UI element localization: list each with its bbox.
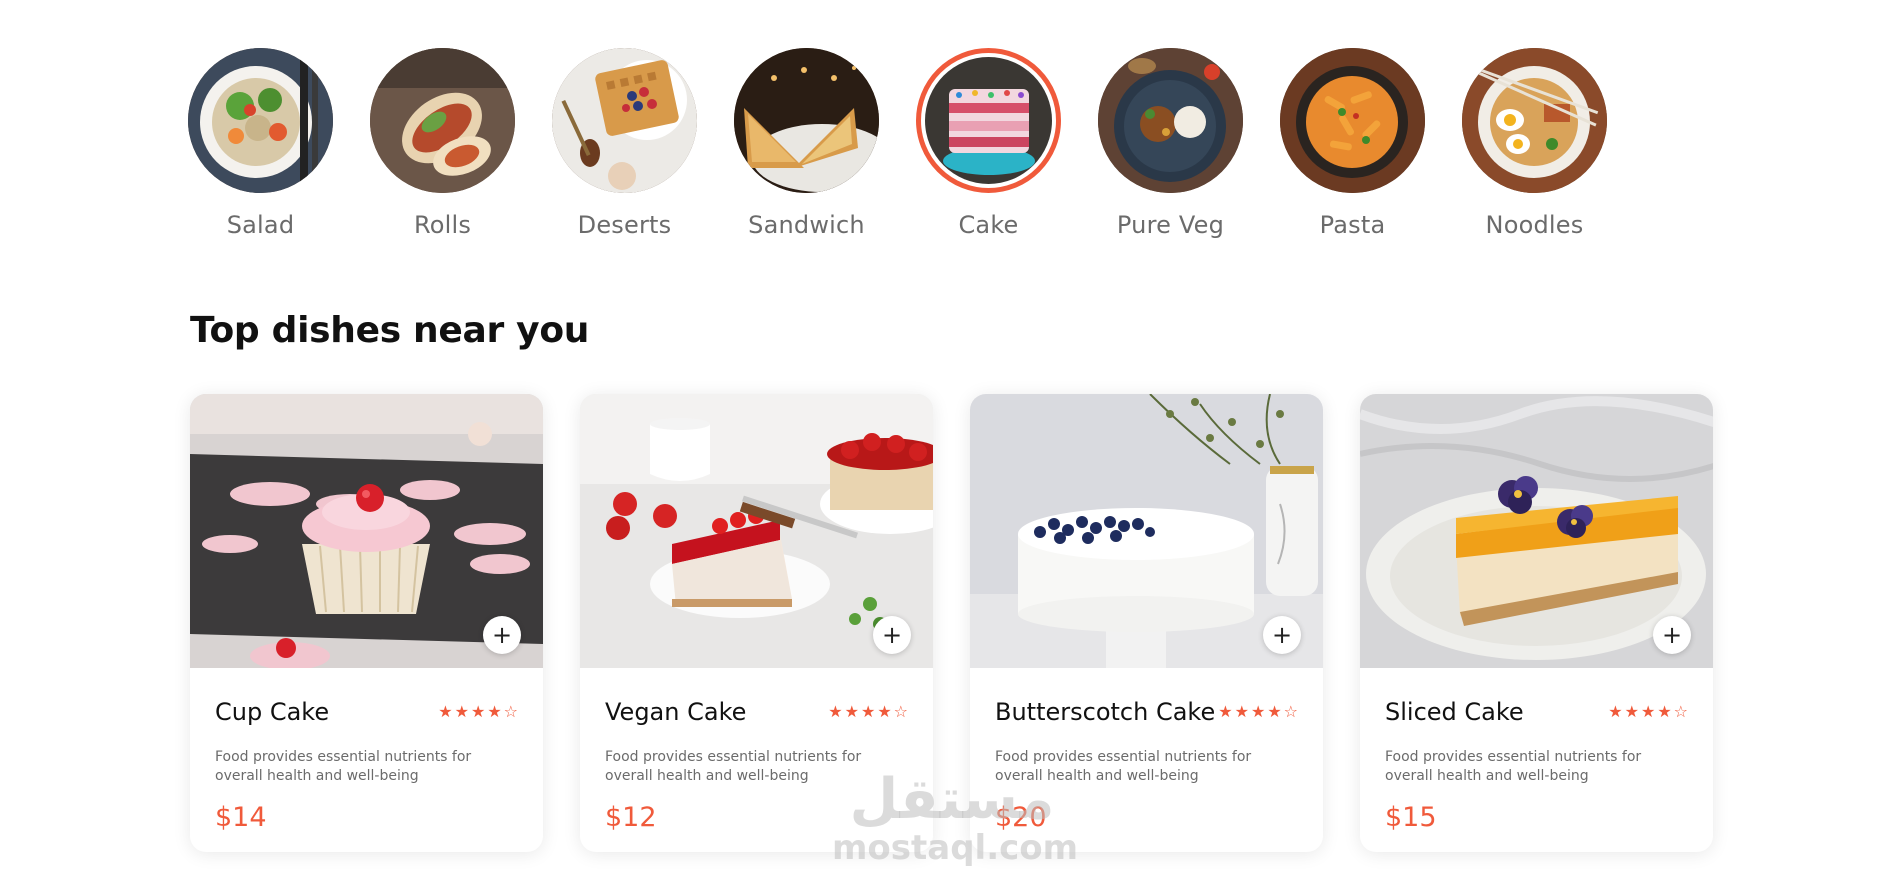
star-filled-icon: ★ [860,702,876,721]
noodles-image [1462,48,1607,193]
star-filled-icon: ★ [1657,702,1672,721]
star-filled-icon: ★ [1250,702,1266,721]
category-deserts[interactable]: Deserts [552,48,697,239]
rolls-image [370,48,515,193]
pure-veg-image [1098,48,1243,193]
star-filled-icon: ★ [1608,702,1623,721]
dish-name: Cup Cake [215,698,330,726]
star-filled-icon: ★ [470,702,486,721]
category-label: Pasta [1319,211,1386,239]
dish-image: + [190,394,543,668]
deserts-image [552,48,697,193]
category-label: Cake [958,211,1019,239]
category-label: Deserts [577,211,672,239]
star-empty-icon: ☆ [503,702,518,721]
rating-stars: ★ ★ ★ ★ ☆ [1218,704,1298,720]
star-filled-icon: ★ [487,702,502,721]
sandwich-image [734,48,879,193]
dish-info: Cup Cake ★ ★ ★ ★ ☆ Food provides essenti… [190,668,543,833]
category-label: Noodles [1485,211,1584,239]
category-pasta[interactable]: Pasta [1280,48,1425,239]
dish-name: Vegan Cake [605,698,747,726]
dish-info: Vegan Cake ★ ★ ★ ★ ☆ Food provides essen… [580,668,933,833]
add-to-cart-button[interactable]: + [873,616,911,654]
star-filled-icon: ★ [1267,702,1282,721]
dish-price: $12 [605,802,657,833]
category-label: Rolls [413,211,472,239]
salad-image [188,48,333,193]
dish-info: Butterscotch Cake ★ ★ ★ ★ ☆ Food provide… [970,668,1323,833]
dish-list: + Cup Cake ★ ★ ★ ★ ☆ Food provides essen… [190,394,1713,852]
star-filled-icon: ★ [1640,702,1656,721]
category-sandwich[interactable]: Sandwich [734,48,879,239]
category-label: Sandwich [748,211,865,239]
dish-image: + [580,394,933,668]
star-empty-icon: ☆ [1673,702,1688,721]
star-filled-icon: ★ [1234,702,1249,721]
category-salad[interactable]: Salad [188,48,333,239]
add-to-cart-button[interactable]: + [1653,616,1691,654]
dish-description: Food provides essential nutrients for ov… [995,749,1252,784]
rating-stars: ★ ★ ★ ★ ☆ [438,704,518,720]
dish-description: Food provides essential nutrients for ov… [215,749,472,784]
dish-card[interactable]: + Sliced Cake ★ ★ ★ ★ ☆ Food provides es… [1360,394,1713,852]
dish-price: $14 [215,802,267,833]
dish-image: + [970,394,1323,668]
dish-card[interactable]: + Butterscotch Cake ★ ★ ★ ★ ☆ Food provi… [970,394,1323,852]
star-empty-icon: ☆ [1283,702,1298,721]
dish-price: $15 [1385,802,1437,833]
rating-stars: ★ ★ ★ ★ ☆ [828,704,908,720]
dish-card[interactable]: + Vegan Cake ★ ★ ★ ★ ☆ Food provides ess… [580,394,933,852]
category-cake[interactable]: Cake [916,48,1061,239]
star-filled-icon: ★ [438,702,453,721]
category-label: Pure Veg [1116,211,1225,239]
add-to-cart-button[interactable]: + [1263,616,1301,654]
star-filled-icon: ★ [877,702,892,721]
dish-info: Sliced Cake ★ ★ ★ ★ ☆ Food provides esse… [1360,668,1713,833]
star-empty-icon: ☆ [893,702,908,721]
section-title: Top dishes near you [190,310,590,351]
category-strip: Salad Rolls Deserts Sandwich Cake Pure V… [188,48,1648,239]
dish-image: + [1360,394,1713,668]
add-to-cart-button[interactable]: + [483,616,521,654]
star-filled-icon: ★ [1624,702,1639,721]
star-filled-icon: ★ [828,702,843,721]
category-pure-veg[interactable]: Pure Veg [1098,48,1243,239]
star-filled-icon: ★ [844,702,859,721]
pasta-image [1280,48,1425,193]
category-label: Salad [226,211,295,239]
dish-description: Food provides essential nutrients for ov… [1385,749,1642,784]
cake-image [916,48,1061,193]
dish-name: Butterscotch Cake [995,698,1216,726]
dish-name: Sliced Cake [1385,698,1524,726]
dish-description: Food provides essential nutrients for ov… [605,749,862,784]
category-rolls[interactable]: Rolls [370,48,515,239]
rating-stars: ★ ★ ★ ★ ☆ [1608,704,1688,720]
star-filled-icon: ★ [454,702,469,721]
category-noodles[interactable]: Noodles [1462,48,1607,239]
star-filled-icon: ★ [1218,702,1233,721]
dish-price: $20 [995,802,1047,833]
dish-card[interactable]: + Cup Cake ★ ★ ★ ★ ☆ Food provides essen… [190,394,543,852]
